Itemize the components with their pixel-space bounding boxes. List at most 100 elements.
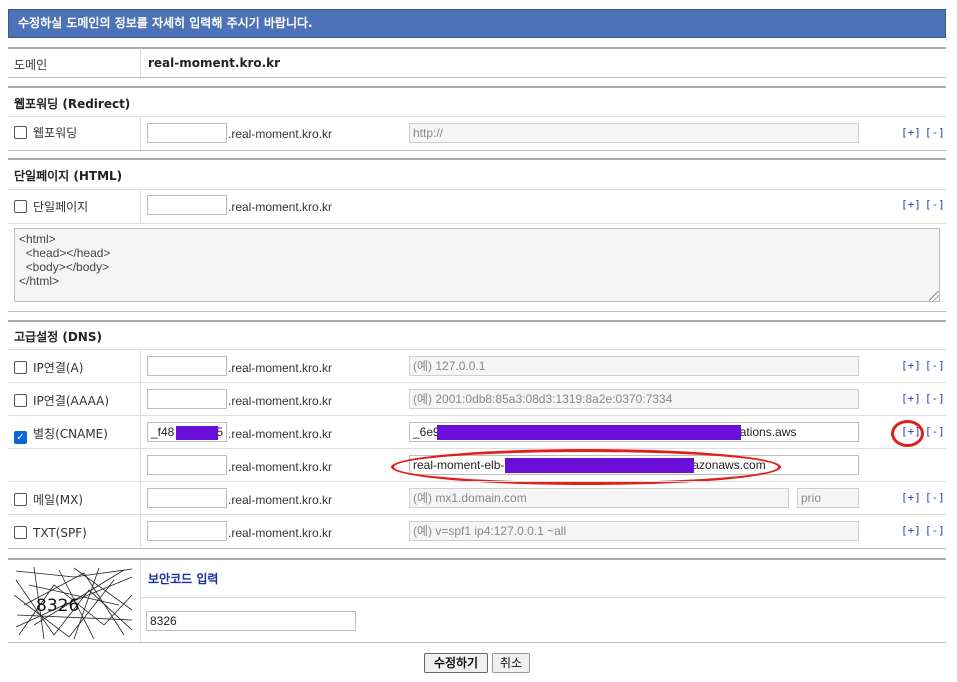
column-divider [140,117,141,150]
captcha-title: 보안코드 입력 [148,572,219,586]
divider [8,158,946,160]
html-section-title: 단일페이지 (HTML) [14,169,123,183]
divider [8,481,946,482]
cname-value-prefix: _6e9 [413,425,440,439]
dns-txt-value-input[interactable]: (예) v=spf1 ip4:127.0.0.1 ~all [409,521,859,541]
divider [8,514,946,515]
redirect-url-input[interactable]: http:// [409,123,859,143]
captcha-input[interactable]: 8326 [146,611,356,631]
dns-a-label: IP연결(A) [33,361,84,375]
redaction-block [437,425,741,440]
divider [8,47,946,49]
add-row-button[interactable]: [+] [901,491,921,504]
domain-suffix: .real-moment.kro.kr [228,427,333,441]
redirect-row[interactable]: 웹포워딩 [14,124,77,142]
dns-a-checkbox[interactable] [14,361,27,374]
dns-a-host-input[interactable] [147,356,227,376]
divider [8,189,946,190]
remove-row-button[interactable]: [-] [925,359,945,372]
redaction-block [176,426,218,440]
remove-row-button[interactable]: [-] [925,425,945,438]
divider [8,382,946,383]
html-content-textarea[interactable]: <html> <head></head> <body></body> </htm… [14,228,940,302]
redirect-host-input[interactable] [147,123,227,143]
html-host-input[interactable] [147,195,227,215]
dns-cname-checkbox[interactable]: ✓ [14,431,27,444]
dns-txt-host-input[interactable] [147,521,227,541]
divider [8,311,946,312]
column-divider [140,350,141,548]
annotation-circle [891,420,924,447]
divider [8,223,946,224]
dns-mx-checkbox[interactable] [14,493,27,506]
domain-suffix: .real-moment.kro.kr [228,361,333,375]
column-divider [140,560,141,642]
captcha-image: 8326 [13,565,134,641]
dns-row-txt[interactable]: TXT(SPF) [14,524,87,542]
divider [8,548,946,549]
dns-row-a[interactable]: IP연결(A) [14,359,83,377]
domain-suffix: .real-moment.kro.kr [228,200,333,214]
add-row-button[interactable]: [+] [901,126,921,139]
cancel-button[interactable]: 취소 [492,653,530,673]
add-row-button[interactable]: [+] [901,359,921,372]
divider [8,320,946,322]
html-label: 단일페이지 [33,200,89,214]
annotation-ellipse [391,449,781,485]
dns-row-cname[interactable]: ✓ 별칭(CNAME) [14,425,108,444]
cname-value-suffix: ations.aws [739,425,797,439]
dns-cname2-host-input[interactable] [147,455,227,475]
dns-txt-controls: [+] [-] [901,524,949,537]
remove-row-button[interactable]: [-] [925,524,945,537]
redirect-checkbox[interactable] [14,126,27,139]
html-checkbox[interactable] [14,200,27,213]
dns-row-aaaa[interactable]: IP연결(AAAA) [14,392,109,410]
dns-mx-controls: [+] [-] [901,491,949,504]
add-row-button[interactable]: [+] [901,524,921,537]
dns-mx-prio-input[interactable]: prio [797,488,859,508]
dns-aaaa-checkbox[interactable] [14,394,27,407]
resize-handle-icon[interactable] [929,291,939,301]
column-divider [140,190,141,223]
dns-aaaa-controls: [+] [-] [901,392,949,405]
page-banner: 수정하실 도메인의 정보를 자세히 입력해 주시기 바랍니다. [8,9,946,38]
html-row-controls: [+] [-] [901,198,949,211]
dns-a-value-input[interactable]: (예) 127.0.0.1 [409,356,859,376]
divider [8,642,946,643]
dns-mx-label: 메일(MX) [33,493,84,507]
remove-row-button[interactable]: [-] [925,126,945,139]
add-row-button[interactable]: [+] [901,392,921,405]
dns-aaaa-label: IP연결(AAAA) [33,394,110,408]
dns-section-title: 고급설정 (DNS) [14,330,102,344]
dns-mx-value-input[interactable]: (예) mx1.domain.com [409,488,789,508]
domain-suffix: .real-moment.kro.kr [228,526,333,540]
redirect-section-title: 웹포워딩 (Redirect) [14,97,131,111]
divider [8,349,946,350]
dns-a-controls: [+] [-] [901,359,949,372]
dns-aaaa-host-input[interactable] [147,389,227,409]
domain-suffix: .real-moment.kro.kr [228,394,333,408]
dns-txt-checkbox[interactable] [14,526,27,539]
domain-suffix: .real-moment.kro.kr [228,460,333,474]
cname-host-prefix: _f48 [151,425,175,439]
add-row-button[interactable]: [+] [901,198,921,211]
html-row[interactable]: 단일페이지 [14,198,88,216]
divider [141,597,946,598]
domain-label: 도메인 [14,58,48,72]
domain-suffix: .real-moment.kro.kr [228,127,333,141]
divider [8,77,946,78]
domain-suffix: .real-moment.kro.kr [228,493,333,507]
submit-button[interactable]: 수정하기 [424,653,488,673]
remove-row-button[interactable]: [-] [925,198,945,211]
divider [8,448,946,449]
remove-row-button[interactable]: [-] [925,392,945,405]
divider [8,558,946,560]
remove-row-button[interactable]: [-] [925,491,945,504]
dns-aaaa-value-input[interactable]: (예) 2001:0db8:85a3:08d3:1319:8a2e:0370:7… [409,389,859,409]
divider [8,150,946,151]
domain-value: real-moment.kro.kr [148,56,281,70]
dns-row-mx[interactable]: 메일(MX) [14,491,83,509]
redirect-row-controls: [+] [-] [901,126,949,139]
dns-mx-host-input[interactable] [147,488,227,508]
dns-txt-label: TXT(SPF) [33,526,87,540]
